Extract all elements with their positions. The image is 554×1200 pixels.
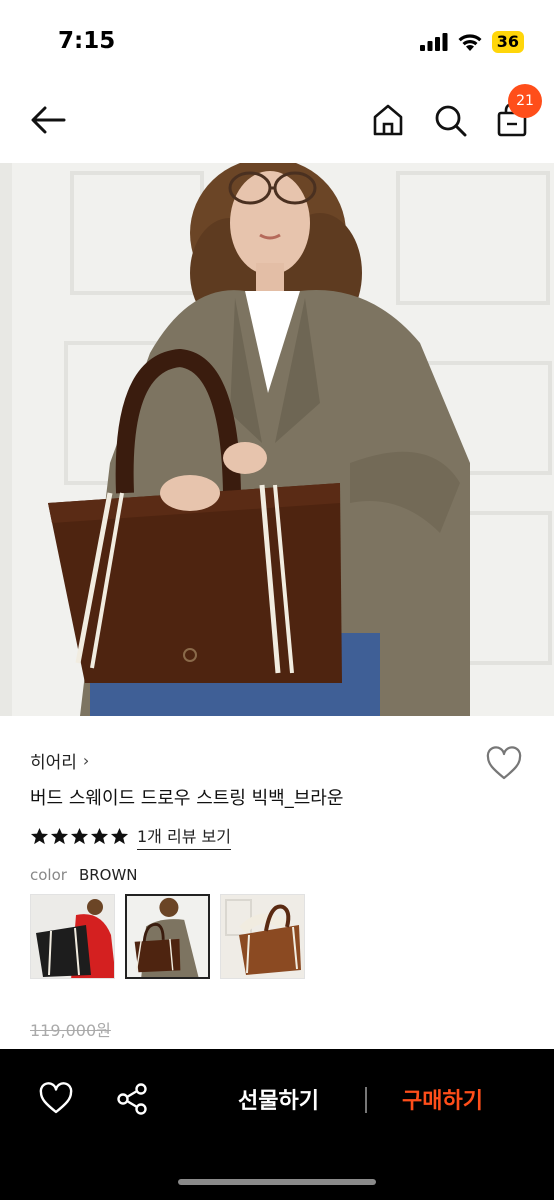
battery-indicator: 36 (491, 31, 524, 53)
brand-name: 히어리 (30, 753, 77, 773)
thumbnail-brown[interactable] (125, 894, 210, 979)
cart-count-badge: 21 (508, 84, 542, 118)
heart-icon[interactable] (485, 746, 523, 782)
divider (365, 1087, 367, 1113)
thumbnail-black-red[interactable] (30, 894, 115, 979)
star-rating (30, 827, 129, 846)
bottom-action-bar: 선물하기 구매하기 (0, 1049, 554, 1200)
original-price: 119,000원 (30, 1021, 111, 1040)
star-icon (30, 827, 49, 845)
gift-button[interactable]: 선물하기 (238, 1083, 319, 1115)
home-icon[interactable] (368, 100, 408, 140)
heart-icon[interactable] (38, 1082, 74, 1116)
thumbnail-image (127, 896, 208, 977)
review-link[interactable]: 1개 리뷰 보기 (137, 823, 231, 850)
status-icons: 36 (419, 31, 524, 53)
star-icon (70, 827, 89, 845)
option-label: color (30, 866, 67, 884)
product-hero-image[interactable] (0, 163, 554, 716)
home-indicator (178, 1179, 376, 1185)
signal-icon (419, 33, 448, 51)
search-icon[interactable] (430, 100, 470, 140)
star-icon (110, 827, 129, 845)
rating-row: 1개 리뷰 보기 (30, 823, 231, 850)
top-nav: 21 (0, 84, 554, 150)
buy-button[interactable]: 구매하기 (402, 1083, 483, 1115)
color-thumbnails (30, 894, 305, 979)
status-bar: 7:15 36 (0, 0, 554, 80)
thumbnail-tan[interactable] (220, 894, 305, 979)
chevron-right-icon: › (82, 751, 90, 770)
star-icon (90, 827, 109, 845)
product-photo (0, 163, 554, 716)
color-option: color BROWN (30, 866, 138, 884)
wifi-icon (458, 33, 482, 51)
option-value: BROWN (78, 866, 138, 884)
brand-link[interactable]: 히어리 › (30, 748, 89, 773)
status-time: 7:15 (58, 28, 116, 54)
star-icon (50, 827, 69, 845)
product-name: 버드 스웨이드 드로우 스트링 빅백_브라운 (30, 788, 344, 809)
share-icon[interactable] (115, 1082, 149, 1116)
back-arrow-icon[interactable] (28, 100, 68, 140)
thumbnail-image (31, 895, 114, 978)
thumbnail-image (221, 895, 304, 978)
